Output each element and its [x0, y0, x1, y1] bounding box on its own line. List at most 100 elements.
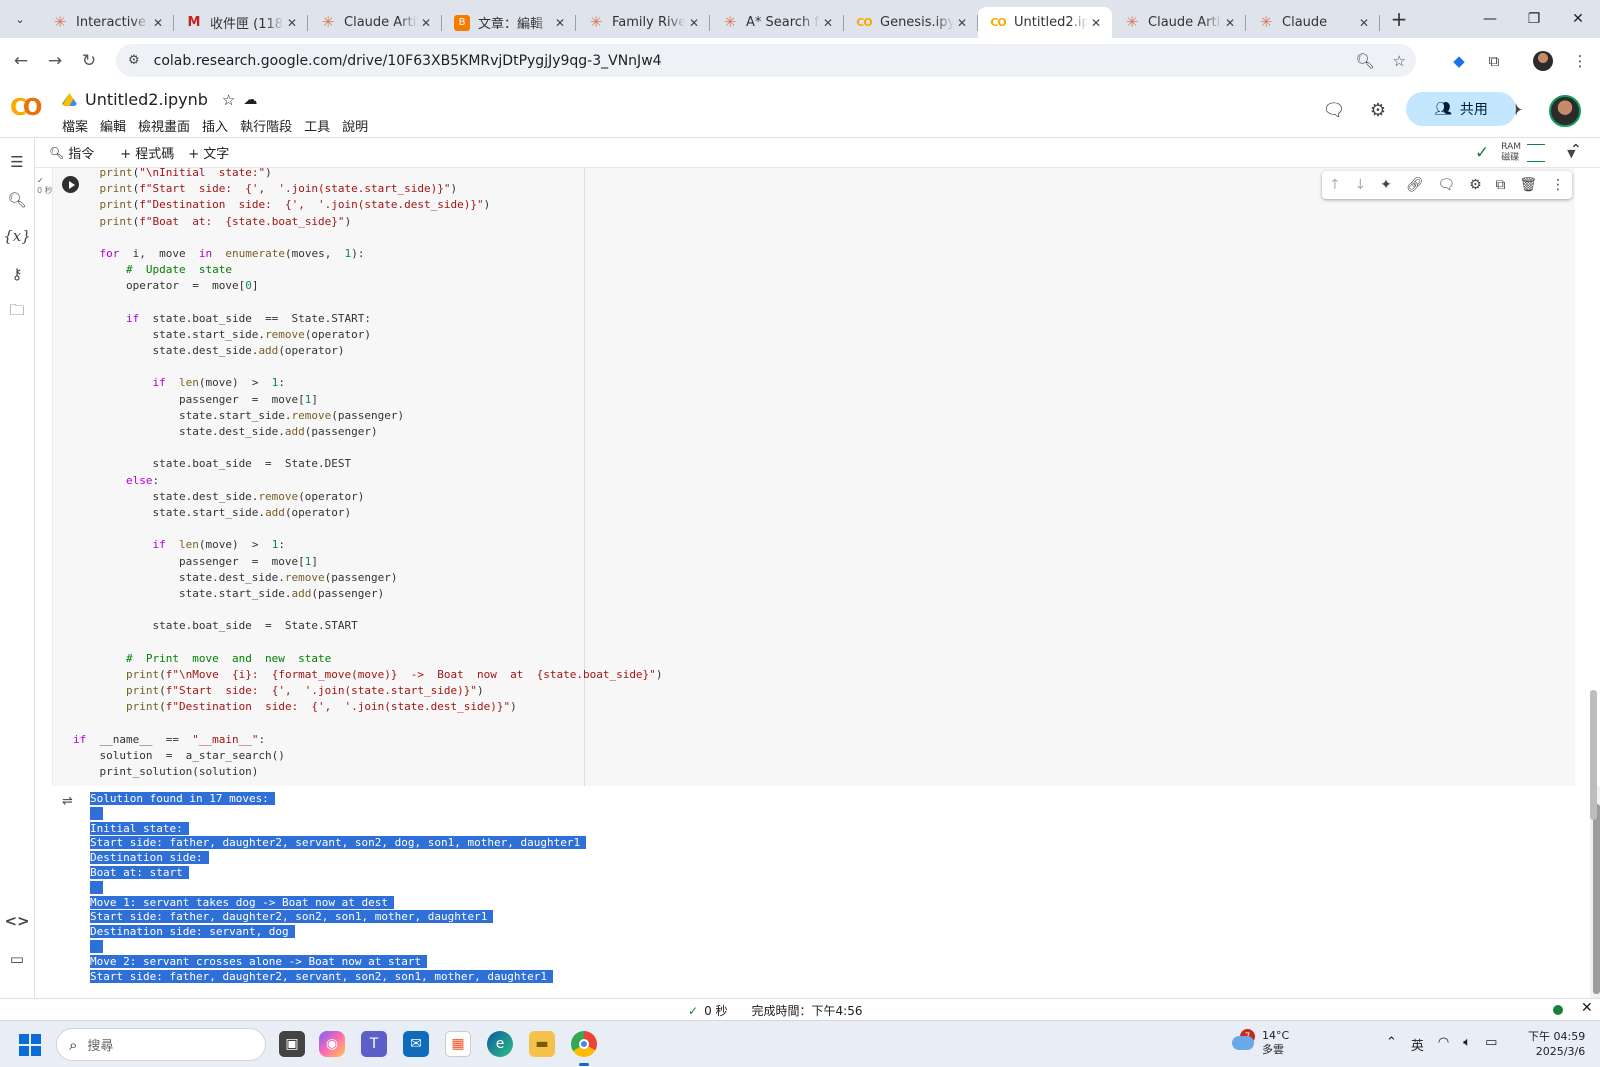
collapse-up-icon[interactable]: ⌃ — [1570, 142, 1582, 158]
share-button[interactable]: 👥︎ 共用 — [1406, 92, 1516, 126]
task-view-icon[interactable]: ▣ — [279, 1031, 305, 1057]
close-tab-icon[interactable]: ✕ — [150, 16, 166, 30]
menu-item[interactable]: 說明 — [342, 116, 368, 135]
add-code-cell-button[interactable]: + 程式碼 — [120, 143, 174, 162]
battery-icon[interactable]: ▭ — [1485, 1035, 1497, 1054]
wifi-icon[interactable]: ◠ — [1438, 1035, 1449, 1054]
menu-item[interactable]: 檔案 — [62, 116, 88, 135]
extension-icon[interactable]: ◆ — [1446, 48, 1472, 74]
ime-indicator[interactable]: 英 — [1411, 1035, 1424, 1054]
menu-item[interactable]: 檢視畫面 — [138, 116, 190, 135]
forward-button[interactable]: → — [38, 51, 72, 71]
cloud-icon[interactable]: ☁ — [243, 92, 257, 108]
close-tab-icon[interactable]: ✕ — [284, 16, 300, 30]
close-tab-icon[interactable]: ✕ — [686, 16, 702, 30]
chevron-up-icon[interactable]: ⌃ — [1386, 1035, 1397, 1054]
mirror-cell-icon[interactable]: ⧉ — [1496, 177, 1506, 193]
clock[interactable]: 下午 04:59 2025/3/6 — [1528, 1029, 1585, 1059]
commands-button[interactable]: 🔍︎ 指令 — [49, 143, 94, 163]
address-bar[interactable]: ⚙ colab.research.google.com/drive/10F63X… — [116, 44, 1416, 77]
reload-button[interactable]: ↻ — [72, 51, 106, 71]
colab-logo[interactable]: CO — [10, 95, 42, 121]
browser-tab[interactable]: B 文章：編輯 ✕ — [442, 7, 576, 38]
browser-tab[interactable]: ✳ Interactive R✕ — [40, 7, 174, 38]
cell-settings-icon[interactable]: ⚙ — [1469, 177, 1482, 193]
menu-item[interactable]: 編輯 — [100, 116, 126, 135]
comment-icon[interactable]: 🗨︎ — [1437, 177, 1455, 193]
account-avatar[interactable] — [1549, 95, 1581, 127]
menu-item[interactable]: 插入 — [202, 116, 228, 135]
output-text[interactable]: Solution found in 17 moves: Initial stat… — [90, 792, 587, 984]
close-tab-icon[interactable]: ✕ — [954, 16, 970, 30]
code-snippets-icon[interactable]: <> — [4, 910, 29, 932]
menu-item[interactable]: 工具 — [304, 116, 330, 135]
delete-icon[interactable]: 🗑︎ — [1519, 177, 1537, 193]
puzzle-icon[interactable]: ⧉ — [1481, 48, 1507, 74]
code-editor[interactable]: print("\nInitial state:") print(f"Start … — [73, 168, 662, 780]
secrets-key-icon[interactable]: ⚷ — [6, 263, 28, 285]
code-line: if __name__ == "__main__": — [73, 732, 662, 748]
close-tab-icon[interactable]: ✕ — [418, 16, 434, 30]
back-button[interactable]: ← — [4, 51, 38, 71]
copilot-icon[interactable]: ◉ — [319, 1031, 345, 1057]
minimize-window-button[interactable]: — — [1468, 0, 1512, 38]
code-line: operator = move[0] — [73, 278, 662, 294]
chrome-icon[interactable] — [571, 1031, 597, 1066]
table-of-contents-icon[interactable]: ☰ — [6, 151, 28, 173]
restore-window-button[interactable]: ❐ — [1512, 0, 1556, 38]
browser-tab[interactable]: ✳ Claude Artif ✕ — [308, 7, 442, 38]
browser-tab[interactable]: ✳ A* Search fo ✕ — [710, 7, 844, 38]
browser-tab[interactable]: ✳ Claude ✕ — [1246, 7, 1380, 38]
code-token: ): — [351, 246, 365, 260]
variables-icon[interactable]: {x} — [3, 225, 31, 247]
output-actions-icon[interactable]: ⇌ — [62, 794, 73, 809]
bookmark-star-icon[interactable]: ☆ — [1393, 52, 1406, 70]
move-up-icon[interactable]: ↑ — [1329, 177, 1341, 193]
code-cell[interactable]: print("\nInitial state:") print(f"Start … — [52, 168, 1575, 786]
close-tab-icon[interactable]: ✕ — [1356, 16, 1372, 30]
browser-tab[interactable]: CO Genesis.ipyn✕ — [844, 7, 978, 38]
comments-icon[interactable]: 🗨︎ — [1318, 93, 1350, 127]
close-tab-icon[interactable]: ✕ — [1222, 16, 1238, 30]
star-icon[interactable]: ☆ — [222, 91, 235, 109]
menu-item[interactable]: 執行階段 — [240, 116, 292, 135]
zoom-icon[interactable]: 🔍︎ — [1356, 52, 1375, 70]
tab-search-button[interactable]: ⌄ — [6, 5, 34, 33]
notebook-scrollbar[interactable] — [1588, 170, 1598, 998]
close-tab-icon[interactable]: ✕ — [552, 16, 568, 30]
settings-gear-icon[interactable]: ⚙ — [1362, 93, 1394, 127]
close-tab-icon[interactable]: ✕ — [820, 16, 836, 30]
browser-tab[interactable]: CO Untitled2.ip ✕ — [978, 7, 1112, 38]
file-explorer-icon[interactable]: ▬ — [529, 1031, 555, 1057]
new-tab-button[interactable]: + — [1384, 7, 1414, 31]
add-text-cell-button[interactable]: + 文字 — [188, 143, 229, 162]
find-replace-icon[interactable]: 🔍︎ — [6, 189, 28, 211]
taskbar-search[interactable]: ⌕ 搜尋 — [56, 1028, 266, 1061]
gemini-icon[interactable]: ✦ — [1380, 177, 1392, 193]
close-tab-icon[interactable]: ✕ — [1088, 16, 1104, 30]
windows-start-icon[interactable] — [19, 1034, 41, 1056]
terminal-icon[interactable]: ▭ — [6, 948, 28, 970]
teams-icon[interactable]: T — [361, 1031, 387, 1057]
more-vert-icon[interactable]: ⋮ — [1567, 48, 1593, 74]
browser-tab[interactable]: M 收件匣 (118) ✕ — [174, 7, 308, 38]
close-icon[interactable]: ✕ — [1581, 1000, 1593, 1016]
link-icon[interactable]: 🔗︎ — [1406, 177, 1424, 193]
close-window-button[interactable]: ✕ — [1556, 0, 1600, 38]
move-down-icon[interactable]: ↓ — [1355, 177, 1367, 193]
run-cell-button[interactable] — [62, 176, 79, 193]
weather-widget[interactable]: 14°C 多雲 — [1232, 1029, 1289, 1057]
resource-indicator[interactable]: ✓ RAM 磁碟 ▼ — [1475, 142, 1576, 164]
more-vert-icon[interactable]: ⋮ — [1551, 177, 1565, 193]
browser-tab[interactable]: ✳ Claude Artif ✕ — [1112, 7, 1246, 38]
browser-tab[interactable]: ✳ Family River ✕ — [576, 7, 710, 38]
store-icon[interactable]: ▦ — [445, 1031, 471, 1057]
edge-icon[interactable]: e — [487, 1031, 513, 1057]
mail-icon[interactable]: ✉ — [403, 1031, 429, 1057]
files-folder-icon[interactable]: 🗀 — [6, 301, 28, 323]
profile-avatar[interactable] — [1530, 48, 1556, 74]
volume-icon[interactable]: 🔈︎ — [1463, 1035, 1471, 1054]
site-info-icon[interactable]: ⚙ — [128, 53, 140, 68]
notebook-title[interactable]: Untitled2.ipynb — [85, 90, 208, 109]
